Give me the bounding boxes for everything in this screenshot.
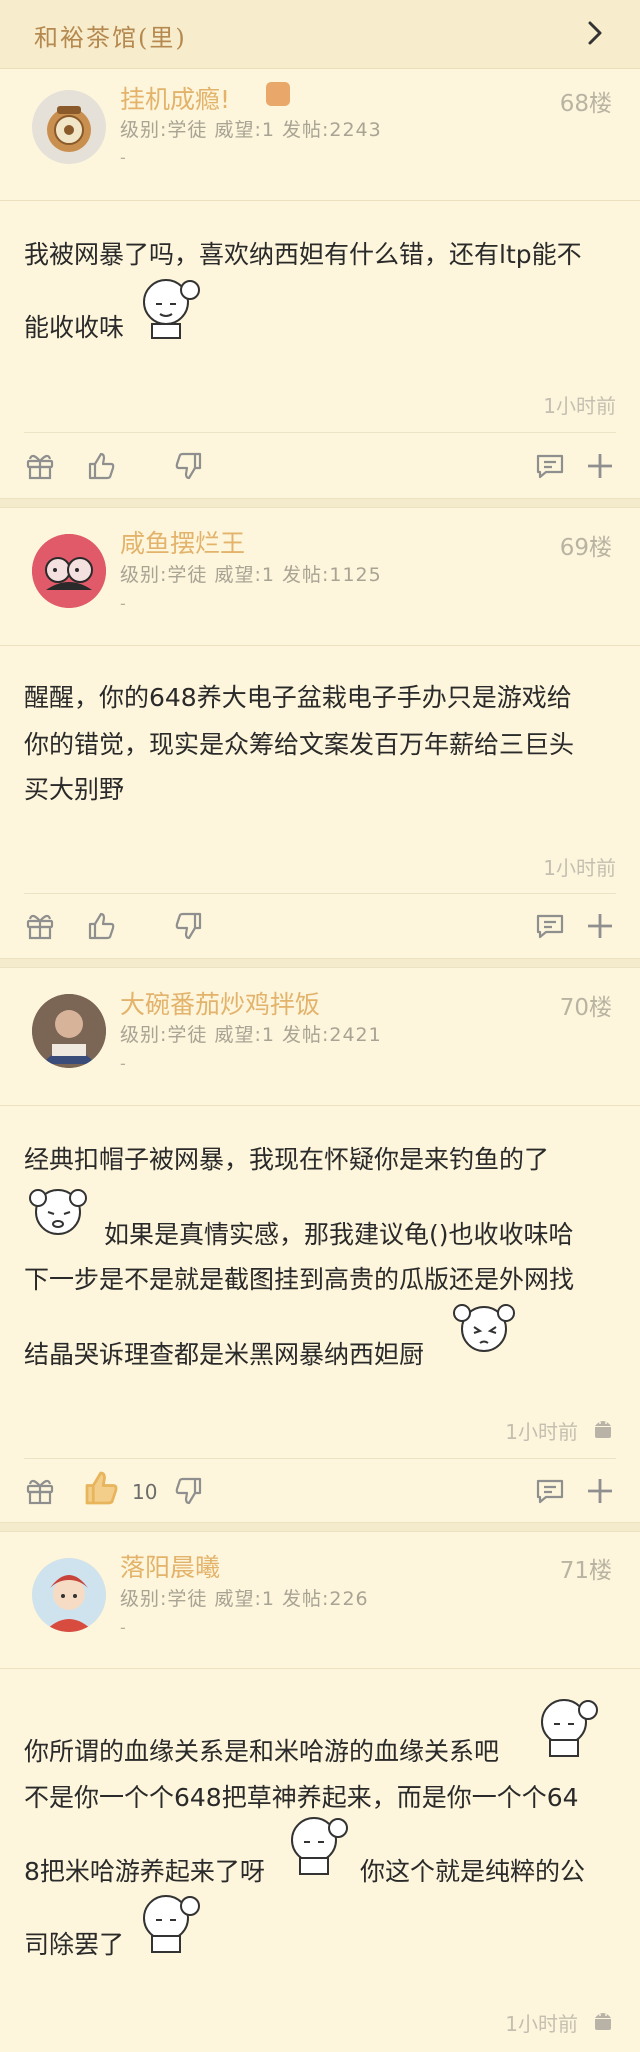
username[interactable]: 大碗番茄炒鸡拌饭 [120,985,320,1021]
chevron-right-icon[interactable] [582,20,608,46]
like-count: 10 [132,1480,158,1504]
avatar[interactable] [32,90,106,164]
post-text-line: 我被网暴了吗，喜欢纳西妲有什么错，还有ltp能不 [24,240,582,269]
divider [0,645,640,646]
floor-number: 70楼 [559,995,612,1021]
user-signature: - [120,1054,126,1073]
gift-icon[interactable] [24,450,56,482]
gift-icon[interactable] [24,910,56,942]
plus-icon[interactable] [584,450,616,482]
post-text-line: 能收收味 [24,313,125,342]
user-signature: - [120,148,126,167]
avatar[interactable] [32,534,106,608]
plus-icon[interactable] [584,910,616,942]
comment-icon[interactable] [534,910,566,942]
post-separator [0,958,640,968]
user-signature: - [120,594,126,613]
post-text-line: 你的错觉，现实是众筹给文案发百万年薪给三巨头 [24,730,575,759]
sticker-image [143,279,200,339]
post-text-line: 经典扣帽子被网暴，我现在怀疑你是来钓鱼的了 [24,1145,550,1174]
thumbs-up-icon[interactable] [86,450,118,482]
user-meta: 级别:学徒 威望:1 发帖:1125 [120,564,382,586]
post-text-line: 买大别野 [24,775,125,804]
post-time: 1小时前 [505,2012,578,2036]
post-time: 1小时前 [543,394,616,418]
user-meta: 级别:学徒 威望:1 发帖:226 [120,1588,369,1610]
user-meta: 级别:学徒 威望:1 发帖:2243 [120,119,382,141]
sticker-image [291,1817,348,1875]
divider [24,432,616,433]
divider [0,1668,640,1669]
gift-icon[interactable] [24,1475,56,1507]
sticker-image [29,1189,87,1235]
username[interactable]: 挂机成瘾! [120,80,230,116]
divider [24,1458,616,1459]
board-title: 和裕茶馆(里) [34,24,187,52]
user-signature: - [120,1618,126,1637]
android-icon [595,2013,611,2030]
divider [0,200,640,201]
sticker-image [541,1699,598,1757]
post-text-line: 司除罢了 [24,1930,125,1959]
top-bar: 和裕茶馆(里) [0,0,640,69]
post-text-line: 8把米哈游养起来了呀 [24,1857,265,1886]
thumbs-up-icon[interactable] [82,1468,122,1508]
post-time: 1小时前 [505,1420,578,1444]
user-badge-icon [266,82,290,106]
floor-number: 68楼 [559,91,612,117]
username[interactable]: 咸鱼摆烂王 [120,524,245,560]
post-text-line: 你这个就是纯粹的公 [360,1857,586,1886]
comment-icon[interactable] [534,1475,566,1507]
username[interactable]: 落阳晨曦 [120,1548,220,1584]
post-time: 1小时前 [543,856,616,880]
post-text-line: 你所谓的血缘关系是和米哈游的血缘关系吧 [24,1737,500,1766]
sticker-image [453,1304,515,1352]
sticker-image [143,1895,200,1953]
post-separator [0,498,640,508]
thumbs-down-icon[interactable] [172,1475,204,1507]
post-text-line: 醒醒，你的648养大电子盆栽电子手办只是游戏给 [24,683,572,712]
plus-icon[interactable] [584,1475,616,1507]
thumbs-down-icon[interactable] [172,910,204,942]
thumbs-down-icon[interactable] [172,450,204,482]
divider [0,1105,640,1106]
divider [24,893,616,894]
avatar[interactable] [32,994,106,1068]
avatar[interactable] [32,1558,106,1632]
user-meta: 级别:学徒 威望:1 发帖:2421 [120,1024,382,1046]
post-text-line: 如果是真情实感，那我建议龟()也收收味哈 [104,1220,574,1249]
post-text-line: 结晶哭诉理查都是米黑网暴纳西妲厨 [24,1340,425,1369]
post-text-line: 下一步是不是就是截图挂到高贵的瓜版还是外网找 [24,1265,575,1294]
comment-icon[interactable] [534,450,566,482]
floor-number: 69楼 [559,535,612,561]
post-separator [0,1522,640,1532]
android-icon [595,1421,611,1438]
thumbs-up-icon[interactable] [86,910,118,942]
floor-number: 71楼 [559,1558,612,1584]
